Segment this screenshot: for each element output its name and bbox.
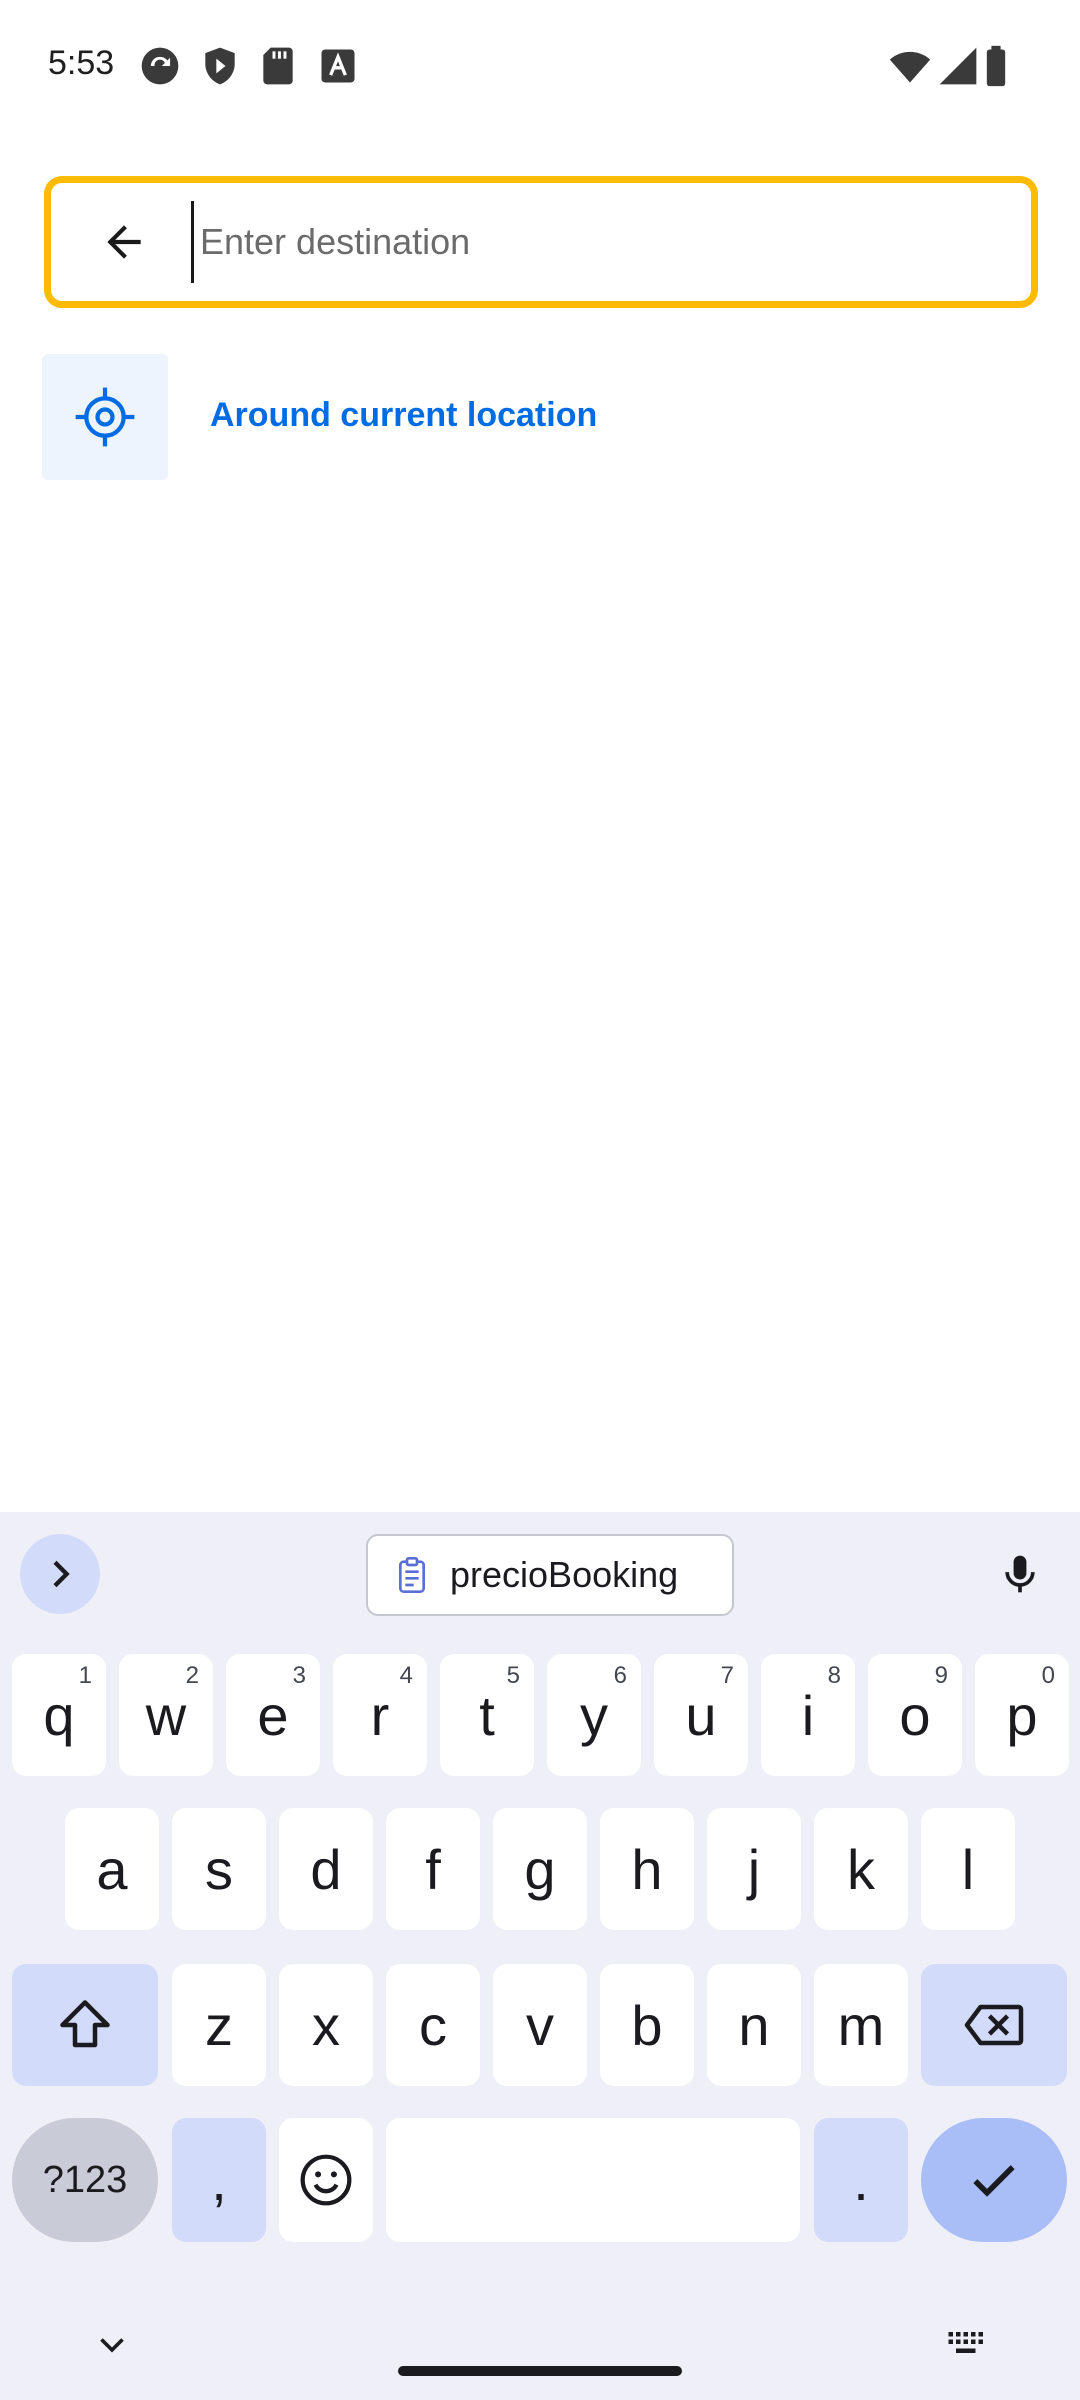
emoji-key[interactable] <box>279 2118 373 2242</box>
sync-icon <box>141 47 179 85</box>
space-key[interactable] <box>386 2118 800 2242</box>
location-icon-box <box>42 354 168 480</box>
suggestion-around-current-location[interactable]: Around current location <box>42 354 1042 480</box>
status-time: 5:53 <box>48 44 115 82</box>
sd-card-icon <box>263 47 293 85</box>
key-label: t <box>479 1683 495 1747</box>
key-hint: 0 <box>1041 1662 1055 1689</box>
clipboard-icon <box>399 1557 425 1593</box>
key-hint: 9 <box>934 1662 948 1689</box>
key-v[interactable]: v <box>493 1964 587 2086</box>
key-hint: 2 <box>185 1662 199 1689</box>
key-label: o <box>899 1683 931 1747</box>
enter-done-key[interactable] <box>921 2118 1067 2242</box>
key-label: i <box>801 1683 815 1747</box>
key-label: u <box>685 1683 717 1747</box>
key-a[interactable]: a <box>65 1808 159 1930</box>
key-g[interactable]: g <box>493 1808 587 1930</box>
arrow-left-icon <box>107 225 141 259</box>
key-k[interactable]: k <box>814 1808 908 1930</box>
key-n[interactable]: n <box>707 1964 801 2086</box>
status-bar: 5:53 <box>0 0 1080 132</box>
checkmark-icon <box>973 2165 1015 2197</box>
backspace-icon <box>964 2004 1024 2046</box>
key-w[interactable]: w2 <box>119 1654 213 1776</box>
keyboard-toolbar: precioBooking <box>0 1512 1080 1636</box>
key-f[interactable]: f <box>386 1808 480 1930</box>
key-label: e <box>257 1683 289 1747</box>
back-button[interactable] <box>91 209 157 275</box>
key-o[interactable]: o9 <box>868 1654 962 1776</box>
key-p[interactable]: p0 <box>975 1654 1069 1776</box>
suggestion-label: Around current location <box>210 396 598 434</box>
key-q[interactable]: q1 <box>12 1654 106 1776</box>
key-hint: 7 <box>720 1662 734 1689</box>
shield-play-icon <box>205 47 235 85</box>
key-label: r <box>370 1683 390 1747</box>
key-l[interactable]: l <box>921 1808 1015 1930</box>
key-hint: 6 <box>613 1662 627 1689</box>
keyboard-icon <box>948 2332 983 2353</box>
key-hint: 5 <box>506 1662 520 1689</box>
hide-keyboard-button[interactable] <box>84 2316 140 2372</box>
key-r[interactable]: r4 <box>333 1654 427 1776</box>
clipboard-suggestion-chip[interactable]: precioBooking <box>366 1534 734 1616</box>
gps-crosshair-icon <box>75 387 135 447</box>
cellular-signal-icon <box>939 47 977 85</box>
key-m[interactable]: m <box>814 1964 908 2086</box>
clipboard-suggestion-text: precioBooking <box>450 1554 679 1595</box>
destination-search-box <box>44 176 1038 308</box>
chevron-down-icon <box>100 2338 124 2353</box>
key-z[interactable]: z <box>172 1964 266 2086</box>
key-h[interactable]: h <box>600 1808 694 1930</box>
key-y[interactable]: y6 <box>547 1654 641 1776</box>
key-label: p <box>1006 1683 1038 1747</box>
keyboard-expand-button[interactable] <box>20 1534 100 1614</box>
microphone-icon <box>1005 1555 1035 1593</box>
voice-input-button[interactable] <box>984 1536 1056 1612</box>
key-j[interactable]: j <box>707 1808 801 1930</box>
key-u[interactable]: u7 <box>654 1654 748 1776</box>
key-t[interactable]: t5 <box>440 1654 534 1776</box>
battery-icon <box>986 45 1006 87</box>
navigation-bar <box>0 2296 1080 2400</box>
key-label: q <box>43 1683 75 1747</box>
key-hint: 8 <box>827 1662 841 1689</box>
symbols-key[interactable]: ?123 <box>12 2118 158 2242</box>
shift-arrow-icon <box>60 2000 110 2048</box>
destination-input[interactable] <box>191 201 1011 283</box>
key-e[interactable]: e3 <box>226 1654 320 1776</box>
key-label: w <box>145 1683 187 1747</box>
emoji-smile-icon <box>300 2154 352 2206</box>
backspace-key[interactable] <box>921 1964 1067 2086</box>
comma-key[interactable]: , <box>172 2118 266 2242</box>
shift-key[interactable] <box>12 1964 158 2086</box>
chevron-right-icon <box>53 1560 70 1588</box>
key-x[interactable]: x <box>279 1964 373 2086</box>
key-hint: 4 <box>399 1662 413 1689</box>
screen: { "status_bar": { "time": "5:53", "left_… <box>0 0 1080 2400</box>
period-key[interactable]: . <box>814 2118 908 2242</box>
home-gesture-handle[interactable] <box>398 2366 682 2376</box>
key-s[interactable]: s <box>172 1808 266 1930</box>
wifi-icon <box>889 51 931 83</box>
font-a-icon <box>321 49 355 83</box>
key-c[interactable]: c <box>386 1964 480 2086</box>
key-i[interactable]: i8 <box>761 1654 855 1776</box>
soft-keyboard: precioBooking q1 w2 e3 r4 t5 y6 u7 i8 o9… <box>0 1512 1080 2400</box>
keyboard-switcher-button[interactable] <box>940 2316 996 2372</box>
key-hint: 1 <box>78 1662 92 1689</box>
key-b[interactable]: b <box>600 1964 694 2086</box>
key-d[interactable]: d <box>279 1808 373 1930</box>
key-label: y <box>580 1683 608 1747</box>
key-hint: 3 <box>292 1662 306 1689</box>
